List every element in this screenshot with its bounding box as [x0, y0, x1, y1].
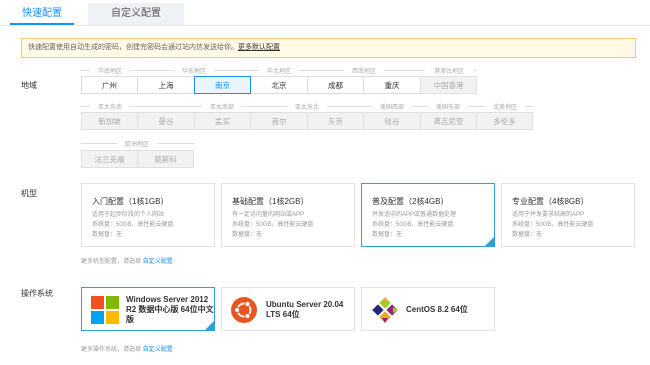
group-label: 华北地区	[259, 66, 299, 75]
region-option-beijing[interactable]: 北京	[250, 76, 308, 94]
os-card-ubuntu[interactable]: Ubuntu Server 20.04 LTS 64位	[221, 287, 355, 331]
os-name: CentOS 8.2 64位	[406, 305, 468, 314]
spec-card-desc: 有一定访问量的网站或APP	[232, 212, 305, 218]
spec-card-data: 数据盘：无	[372, 232, 403, 238]
region-option-hongkong[interactable]: 中国香港	[420, 76, 477, 94]
region-option-tokyo[interactable]: 东京	[307, 112, 364, 130]
notice-text: 快速配置使用自动生成的密码，创建完密码会通过站内信发送给你。	[28, 44, 238, 51]
spec-card-pro[interactable]: 专业配置（4核8GB） 适用于并发要求较高的APP 系统盘：50GB，高性能云硬…	[501, 183, 635, 247]
spec-card-data: 数据盘：无	[512, 232, 543, 238]
group-label: 美国西部	[372, 102, 412, 111]
spec-card-disk: 系统盘：50GB，高性能云硬盘	[232, 222, 314, 228]
group-label: 港澳台地区	[425, 66, 473, 75]
spec-card-disk: 系统盘：50GB，高性能云硬盘	[512, 222, 594, 228]
notice-more-link[interactable]: 更多默认配置	[238, 44, 280, 51]
spec-card-desc: 适用于并发要求较高的APP	[512, 212, 585, 218]
os-card-windows[interactable]: Windows Server 2012 R2 数据中心版 64位中文 版	[81, 287, 215, 331]
spec-card-desc: 适用于起步阶段的个人网站	[92, 212, 165, 218]
notice-banner: 快速配置使用自动生成的密码，创建完密码会通过站内信发送给你。更多默认配置	[21, 38, 636, 58]
group-label: 美国东部	[428, 102, 468, 111]
region-label: 地域	[21, 81, 37, 90]
spec-card-disk: 系统盘：50GB，高性能云硬盘	[372, 222, 454, 228]
os-name-line: LTS 64位	[266, 310, 300, 319]
os-label: 操作系统	[21, 289, 53, 298]
os-name-line: Windows Server 2012	[126, 295, 209, 304]
spec-card-popular[interactable]: 普及配置（2核4GB） 并发适中的APP或普通数据处理 系统盘：50GB，高性能…	[361, 183, 495, 247]
group-label: 亚太东南	[90, 102, 130, 111]
spec-card-title: 普及配置（2核4GB）	[372, 197, 449, 206]
group-label: 欧洲地区	[117, 139, 157, 148]
region-option-silicon-valley[interactable]: 硅谷	[363, 112, 421, 130]
os-name: Windows Server 2012 R2 数据中心版 64位中文 版	[126, 295, 214, 325]
group-label: 北美地区	[485, 102, 525, 111]
os-name-line: R2 数据中心版 64位中文	[126, 305, 214, 314]
spec-custom-link[interactable]: 自定义配置	[143, 259, 173, 265]
spec-card-basic[interactable]: 基础配置（1核2GB） 有一定访问量的网站或APP 系统盘：50GB，高性能云硬…	[221, 183, 355, 247]
os-more-text: 更多操作系统，请选择	[81, 347, 142, 353]
spec-more-text: 更多机型配置，请选择	[81, 259, 142, 265]
os-more-hint: 更多操作系统，请选择 自定义配置	[81, 344, 173, 353]
region-option-mumbai[interactable]: 孟买	[194, 112, 251, 130]
region-option-chengdu[interactable]: 成都	[307, 76, 364, 94]
region-option-shanghai[interactable]: 上海	[137, 76, 195, 94]
region-option-frankfurt[interactable]: 法兰克福	[81, 150, 138, 168]
os-name-line: 版	[126, 315, 134, 324]
selected-corner-mark	[485, 237, 494, 246]
region-option-singapore[interactable]: 新加坡	[81, 112, 138, 130]
region-option-guangzhou[interactable]: 广州	[81, 76, 138, 94]
os-card-centos[interactable]: CentOS 8.2 64位	[361, 287, 495, 331]
group-label: 华东地区	[174, 66, 214, 75]
spec-card-disk: 系统盘：50GB，高性能云硬盘	[92, 222, 174, 228]
spec-card-data: 数据盘：无	[232, 232, 263, 238]
selected-corner-mark	[205, 321, 214, 330]
spec-card-entry[interactable]: 入门配置（1核1GB） 适用于起步阶段的个人网站 系统盘：50GB，高性能云硬盘…	[81, 183, 215, 247]
region-option-seoul[interactable]: 首尔	[250, 112, 308, 130]
region-option-toronto[interactable]: 多伦多	[476, 112, 533, 130]
group-label: 亚太南部	[202, 102, 242, 111]
spec-label: 机型	[21, 189, 37, 198]
ubuntu-logo-icon	[231, 297, 257, 323]
spec-card-title: 专业配置（4核8GB）	[512, 197, 589, 206]
group-label: 华南地区	[90, 66, 130, 75]
spec-more-hint: 更多机型配置，请选择 自定义配置	[81, 256, 173, 265]
region-option-bangkok[interactable]: 曼谷	[137, 112, 195, 130]
os-name: Ubuntu Server 20.04 LTS 64位	[266, 300, 354, 320]
region-option-moscow[interactable]: 莫斯科	[137, 150, 194, 168]
tab-quick-config[interactable]: 快速配置	[10, 3, 74, 25]
os-custom-link[interactable]: 自定义配置	[143, 347, 173, 353]
region-option-nanjing[interactable]: 南京	[194, 76, 251, 94]
spec-card-data: 数据盘：无	[92, 232, 123, 238]
os-name-line: Ubuntu Server 20.04	[266, 300, 344, 309]
group-label: 西南地区	[344, 66, 384, 75]
centos-logo-icon	[372, 297, 398, 323]
spec-card-title: 基础配置（1核2GB）	[232, 197, 309, 206]
tab-custom-config[interactable]: 自定义配置	[88, 3, 184, 25]
spec-card-desc: 并发适中的APP或普通数据处理	[372, 212, 457, 218]
group-label: 亚太东北	[287, 102, 327, 111]
region-option-virginia[interactable]: 弗吉尼亚	[420, 112, 477, 130]
region-option-chongqing[interactable]: 重庆	[363, 76, 421, 94]
windows-logo-icon	[91, 296, 119, 324]
tab-bar: 快速配置 自定义配置	[0, 0, 650, 26]
spec-card-title: 入门配置（1核1GB）	[92, 197, 169, 206]
